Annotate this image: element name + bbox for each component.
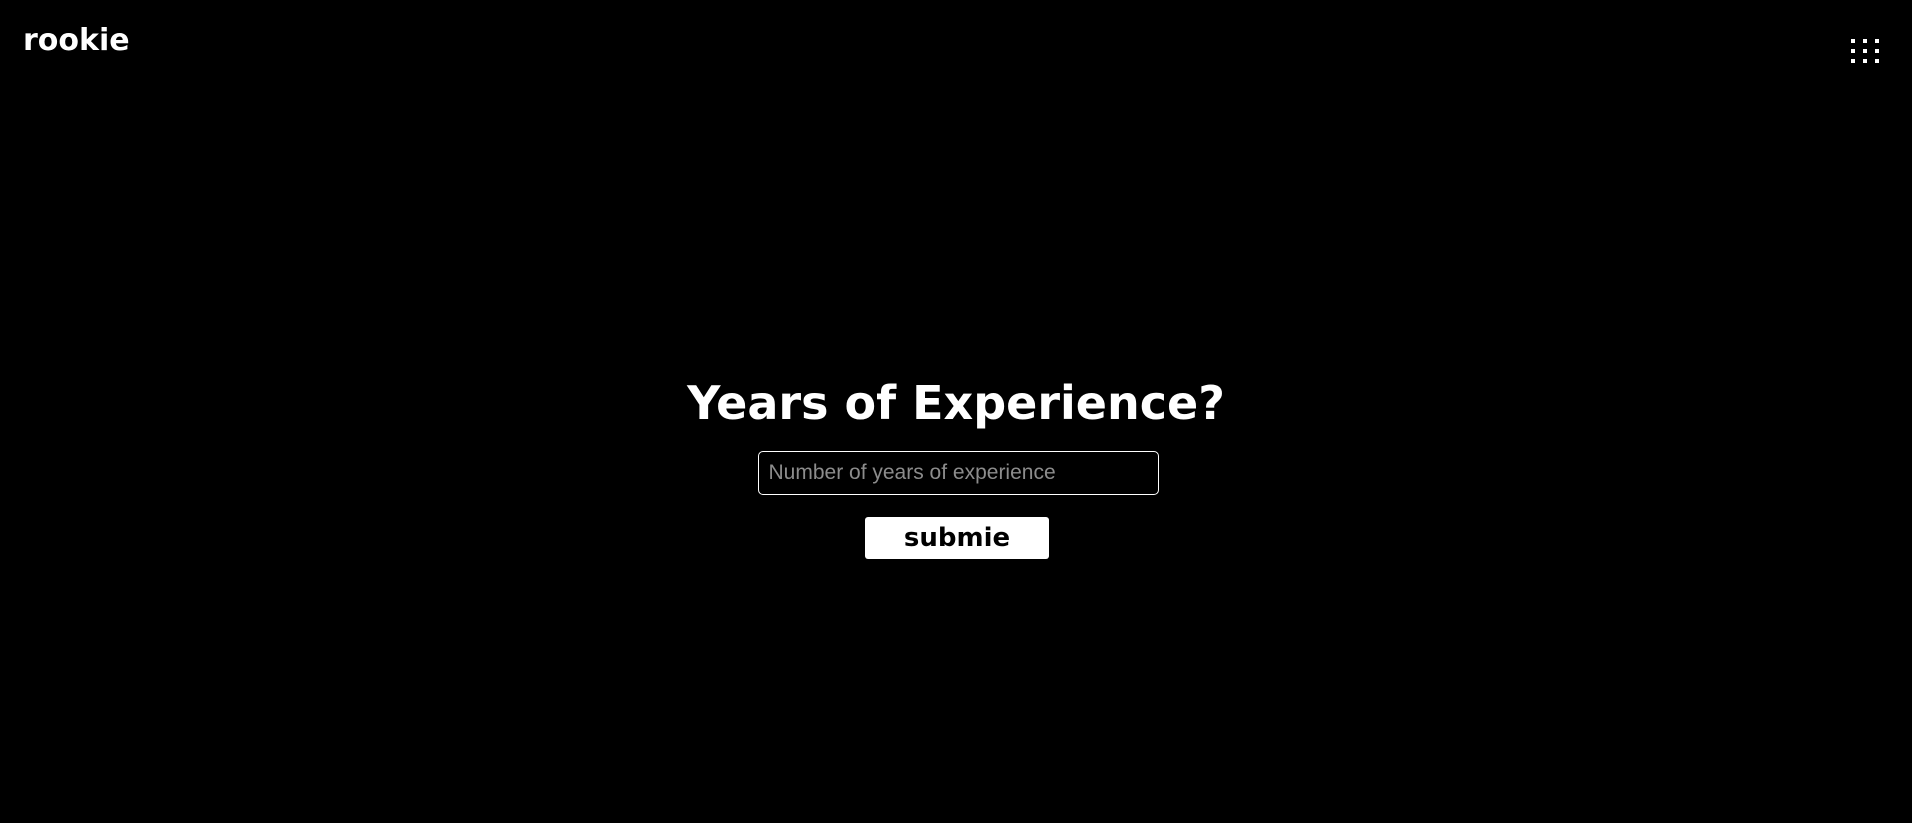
- experience-form: Years of Experience? submie: [0, 375, 1912, 559]
- years-experience-input[interactable]: [757, 451, 1159, 495]
- page-title: Years of Experience?: [687, 376, 1225, 430]
- brand-logo[interactable]: rookie: [23, 26, 130, 56]
- grid-menu-icon[interactable]: [1849, 37, 1881, 65]
- submit-button[interactable]: submie: [865, 517, 1049, 559]
